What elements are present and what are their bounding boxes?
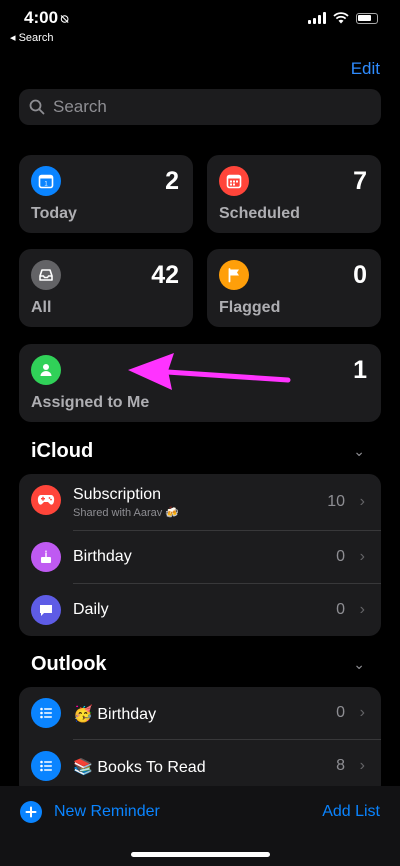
search-placeholder: Search [53,97,107,116]
daily-label: Daily [73,601,109,618]
gamecontroller-icon [31,485,61,515]
list-bullet-icon [31,698,61,728]
tile-all[interactable]: 42 All [19,249,193,327]
scheduled-label: Scheduled [219,205,300,222]
home-indicator [131,852,270,857]
status-time: 4:00 ⍉ [24,8,69,27]
all-label: All [31,299,52,316]
chevron-right-icon: › [359,704,365,721]
section-title-outlook: Outlook [31,653,107,675]
birthday-label: Birthday [73,548,132,565]
message-bubble-icon [31,595,61,625]
outlook-collapse-chevron-icon[interactable]: ⌄ [353,656,365,673]
tile-scheduled[interactable]: 7 Scheduled [207,155,381,233]
person-icon [31,355,61,385]
tray-icon [31,260,61,290]
plus-circle-icon [20,801,42,823]
today-label: Today [31,205,77,222]
chevron-right-icon: › [359,548,365,565]
chevron-right-icon: › [359,601,365,618]
all-count: 42 [151,261,179,289]
subscription-label: Subscription [73,486,162,503]
icloud-list-group: Subscription Shared with Aarav 🍻 10 › Bi… [19,474,381,636]
chevron-right-icon: › [359,757,365,774]
list-row-birthday[interactable]: Birthday 0 › [19,531,381,584]
scheduled-count: 7 [353,167,367,195]
wifi-icon [333,12,349,24]
icloud-collapse-chevron-icon[interactable]: ⌄ [353,443,365,460]
assigned-count: 1 [353,356,367,384]
today-count: 2 [165,167,179,195]
cake-icon [31,542,61,572]
list-bullet-icon [31,751,61,781]
new-reminder-button[interactable]: New Reminder [20,801,160,823]
cellular-signal-icon [308,12,326,24]
birthday-count: 0 [336,548,345,565]
annotation-arrow-icon [128,353,291,390]
list-row-subscription[interactable]: Subscription Shared with Aarav 🍻 10 › [19,474,381,531]
calendar-icon: 1 [31,166,61,196]
search-field[interactable]: Search [19,89,381,125]
chevron-right-icon: › [359,493,365,510]
list-row-books-to-read[interactable]: 📚 Books To Read 8 › [19,740,381,792]
new-reminder-label: New Reminder [54,803,160,820]
calendar-grid-icon [219,166,249,196]
flag-icon [219,260,249,290]
svg-text:1: 1 [44,182,48,188]
back-to-search-link[interactable]: ◂ Search [10,31,53,44]
battery-icon [356,12,378,24]
list-row-daily[interactable]: Daily 0 › [19,584,381,636]
books-to-read-count: 8 [336,757,345,774]
subscription-count: 10 [327,493,345,510]
flagged-count: 0 [353,261,367,289]
tile-today[interactable]: 1 2 Today [19,155,193,233]
status-icons [308,12,378,24]
edit-button[interactable]: Edit [351,59,380,79]
outlook-list-group: 🥳 Birthday 0 › 📚 Books To Read 8 › [19,687,381,797]
outlook-birthday-count: 0 [336,704,345,721]
list-row-outlook-birthday[interactable]: 🥳 Birthday 0 › [19,687,381,740]
search-icon [29,99,45,115]
outlook-birthday-label: 🥳 Birthday [73,706,157,723]
tile-flagged[interactable]: 0 Flagged [207,249,381,327]
flagged-label: Flagged [219,299,281,316]
daily-count: 0 [336,601,345,618]
section-title-icloud: iCloud [31,440,94,462]
add-list-button[interactable]: Add List [322,803,380,821]
subscription-subtitle: Shared with Aarav 🍻 [73,507,180,519]
books-to-read-label: 📚 Books To Read [73,759,206,776]
